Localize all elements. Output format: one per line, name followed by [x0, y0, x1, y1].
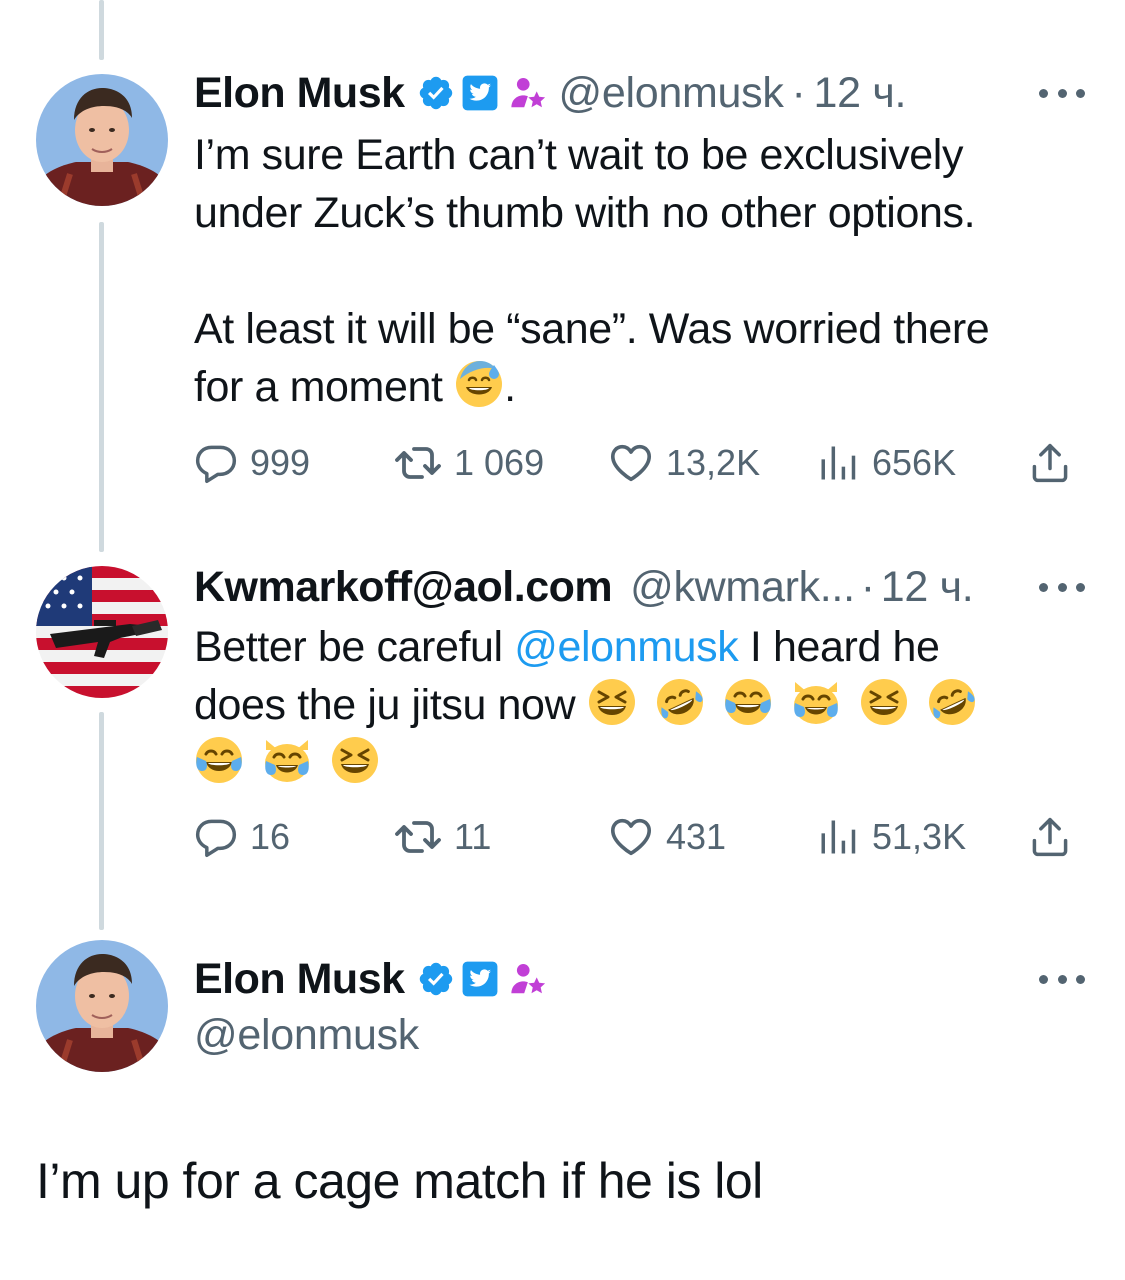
- timestamp[interactable]: 12 ч.: [881, 562, 974, 612]
- author-handle[interactable]: @kwmark...: [630, 562, 855, 612]
- like-count: 13,2K: [666, 442, 761, 483]
- twitter-affiliate-icon[interactable]: [461, 960, 499, 998]
- timestamp[interactable]: 12 ч.: [814, 68, 907, 118]
- squinting-laugh-emoji-icon: [330, 735, 380, 785]
- person-star-icon: [509, 74, 547, 112]
- views-button[interactable]: 51,3K: [816, 812, 966, 862]
- share-icon: [1028, 815, 1072, 859]
- tweet-actions: 999 1 069 13,2K 656K: [194, 438, 1084, 488]
- tweet-text-line: for a moment .: [194, 358, 1074, 416]
- heart-icon: [608, 440, 654, 486]
- views-button[interactable]: 656K: [816, 438, 956, 488]
- person-star-icon: [509, 960, 547, 998]
- avatar-image: [36, 74, 168, 206]
- focused-tweet[interactable]: Elon Musk @elonmusk: [0, 930, 1125, 1280]
- retweet-icon: [394, 813, 442, 861]
- tweet-header: Kwmarkoff@aol.com @kwmark... · 12 ч.: [194, 562, 974, 612]
- cat-joy-emoji-icon: [791, 677, 841, 727]
- joy-emoji-icon: [194, 735, 244, 785]
- reply-button[interactable]: 999: [194, 438, 310, 488]
- focused-tweet-text: I’m up for a cage match if he is lol: [36, 1153, 763, 1209]
- avatar[interactable]: [36, 566, 168, 698]
- tweet-text-fragment: Better be careful: [194, 623, 515, 671]
- author-name[interactable]: Elon Musk: [194, 954, 405, 1004]
- retweet-count: 11: [454, 816, 492, 857]
- separator-dot: ·: [791, 69, 806, 117]
- tweet-header: Elon Musk @elonmusk · 12 ч.: [194, 68, 906, 118]
- verified-badge-icon[interactable]: [417, 74, 455, 112]
- tweet-text-line: Better be careful @elonmusk I heard he: [194, 618, 1074, 676]
- reply-icon: [194, 815, 238, 859]
- sweat-smile-emoji-icon: [454, 359, 504, 409]
- author-name[interactable]: Elon Musk: [194, 68, 405, 118]
- view-count: 51,3K: [872, 816, 967, 857]
- tweet-text-fragment: does the ju jitsu now: [194, 681, 576, 729]
- tweet-actions: 16 11 431 51,3K: [194, 812, 1084, 862]
- heart-icon: [608, 814, 654, 860]
- reply-count: 999: [250, 442, 311, 483]
- cat-joy-emoji-icon: [262, 735, 312, 785]
- tweet-text-line: [194, 734, 1074, 792]
- tweet-header: Elon Musk: [194, 954, 547, 1004]
- author-handle[interactable]: @elonmusk: [194, 1010, 419, 1060]
- avatar[interactable]: [36, 74, 168, 206]
- retweet-button[interactable]: 11: [394, 812, 491, 862]
- more-options-icon[interactable]: [1039, 972, 1085, 986]
- retweet-count: 1 069: [454, 442, 545, 483]
- tweet-text-fragment: I heard he: [738, 623, 940, 671]
- tweet-text: Better be careful @elonmusk I heard he d…: [194, 618, 1074, 792]
- share-button[interactable]: [1028, 438, 1084, 488]
- squinting-laugh-emoji-icon: [587, 677, 637, 727]
- avatar-image: [36, 566, 168, 698]
- share-icon: [1028, 441, 1072, 485]
- avatar-image: [36, 940, 168, 1072]
- handle-row: @elonmusk: [194, 1010, 419, 1060]
- author-name[interactable]: Kwmarkoff@aol.com: [194, 562, 613, 612]
- verified-badge-icon[interactable]: [417, 960, 455, 998]
- avatar[interactable]: [36, 940, 168, 1072]
- view-count: 656K: [872, 442, 957, 483]
- separator-dot: ·: [860, 563, 875, 611]
- twitter-affiliate-icon[interactable]: [461, 74, 499, 112]
- like-count: 431: [666, 816, 727, 857]
- reply-icon: [194, 441, 238, 485]
- tweet-text-line: does the ju jitsu now: [194, 676, 1074, 734]
- more-options-icon[interactable]: [1039, 86, 1085, 100]
- tweet-text-line: I’m sure Earth can’t wait to be exclusiv…: [194, 131, 964, 179]
- mention-link[interactable]: @elonmusk: [514, 623, 738, 671]
- share-button[interactable]: [1028, 812, 1084, 862]
- more-options-icon[interactable]: [1039, 580, 1085, 594]
- rofl-emoji-icon: [655, 677, 705, 727]
- retweet-button[interactable]: 1 069: [394, 438, 544, 488]
- tweet-text-line: At least it will be “sane”. Was worried …: [194, 305, 990, 353]
- tweet-text-fragment: .: [504, 363, 516, 411]
- tweet-text-fragment: for a moment: [194, 363, 443, 411]
- joy-emoji-icon: [723, 677, 773, 727]
- views-icon: [816, 441, 860, 485]
- tweet[interactable]: Kwmarkoff@aol.com @kwmark... · 12 ч. Bet…: [0, 540, 1125, 920]
- like-button[interactable]: 13,2K: [608, 438, 760, 488]
- reply-button[interactable]: 16: [194, 812, 290, 862]
- tweet[interactable]: Elon Musk @elonmusk · 12 ч. I’m sure Ear…: [0, 0, 1125, 540]
- author-handle[interactable]: @elonmusk: [559, 68, 784, 118]
- tweet-text-line: under Zuck’s thumb with no other options…: [194, 189, 976, 237]
- retweet-icon: [394, 439, 442, 487]
- views-icon: [816, 815, 860, 859]
- rofl-emoji-icon: [927, 677, 977, 727]
- tweet-text: I’m sure Earth can’t wait to be exclusiv…: [194, 126, 1074, 416]
- reply-count: 16: [250, 816, 291, 857]
- like-button[interactable]: 431: [608, 812, 726, 862]
- squinting-laugh-emoji-icon: [859, 677, 909, 727]
